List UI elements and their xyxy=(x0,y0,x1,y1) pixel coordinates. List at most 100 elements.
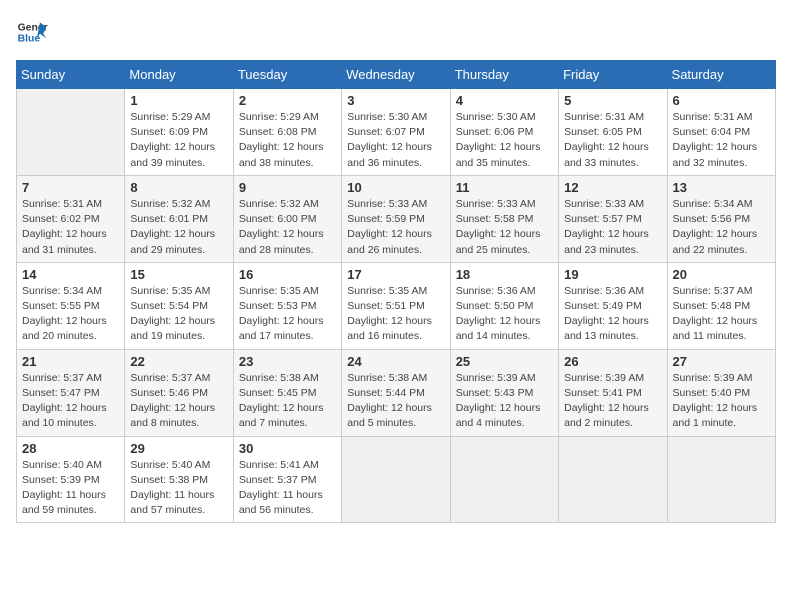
day-number: 18 xyxy=(456,267,553,282)
calendar-cell: 24Sunrise: 5:38 AM Sunset: 5:44 PM Dayli… xyxy=(342,349,450,436)
day-info: Sunrise: 5:30 AM Sunset: 6:06 PM Dayligh… xyxy=(456,110,553,171)
calendar-cell xyxy=(559,436,667,523)
day-info: Sunrise: 5:36 AM Sunset: 5:49 PM Dayligh… xyxy=(564,284,661,345)
day-number: 2 xyxy=(239,93,336,108)
day-info: Sunrise: 5:36 AM Sunset: 5:50 PM Dayligh… xyxy=(456,284,553,345)
calendar-cell: 1 Sunrise: 5:29 AM Sunset: 6:09 PM Daylig… xyxy=(125,89,233,176)
day-number: 5 xyxy=(564,93,661,108)
day-number: 30 xyxy=(239,441,336,456)
calendar-cell: 16 Sunrise: 5:35 AM Sunset: 5:53 PM Dayli… xyxy=(233,262,341,349)
day-number: 16 xyxy=(239,267,336,282)
calendar-cell: 3 Sunrise: 5:30 AM Sunset: 6:07 PM Daylig… xyxy=(342,89,450,176)
day-info: Sunrise: 5:34 AM Sunset: 5:55 PM Dayligh… xyxy=(22,284,119,345)
day-info: Sunrise: 5:32 AM Sunset: 6:01 PM Dayligh… xyxy=(130,197,227,258)
day-number: 1 xyxy=(130,93,227,108)
day-info: Sunrise: 5:39 AM Sunset: 5:41 PM Dayligh… xyxy=(564,371,661,432)
calendar-cell: 7 Sunrise: 5:31 AM Sunset: 6:02 PM Daylig… xyxy=(17,175,125,262)
day-info: Sunrise: 5:35 AM Sunset: 5:51 PM Dayligh… xyxy=(347,284,444,345)
day-number: 14 xyxy=(22,267,119,282)
day-number: 28 xyxy=(22,441,119,456)
weekday-header: Wednesday xyxy=(342,61,450,89)
logo-icon: General Blue xyxy=(16,16,48,48)
day-info: Sunrise: 5:39 AM Sunset: 5:40 PM Dayligh… xyxy=(673,371,770,432)
day-info: Sunrise: 5:38 AM Sunset: 5:44 PM Dayligh… xyxy=(347,371,444,432)
day-number: 13 xyxy=(673,180,770,195)
calendar-cell: 9Sunrise: 5:32 AM Sunset: 6:00 PM Daylig… xyxy=(233,175,341,262)
day-number: 21 xyxy=(22,354,119,369)
calendar-cell: 6 Sunrise: 5:31 AM Sunset: 6:04 PM Daylig… xyxy=(667,89,775,176)
calendar-cell: 11 Sunrise: 5:33 AM Sunset: 5:58 PM Dayli… xyxy=(450,175,558,262)
day-number: 11 xyxy=(456,180,553,195)
calendar-cell: 5 Sunrise: 5:31 AM Sunset: 6:05 PM Daylig… xyxy=(559,89,667,176)
day-info: Sunrise: 5:37 AM Sunset: 5:48 PM Dayligh… xyxy=(673,284,770,345)
calendar-cell: 19Sunrise: 5:36 AM Sunset: 5:49 PM Dayli… xyxy=(559,262,667,349)
calendar-cell: 28 Sunrise: 5:40 AM Sunset: 5:39 PM Dayli… xyxy=(17,436,125,523)
calendar-cell: 29 Sunrise: 5:40 AM Sunset: 5:38 PM Dayli… xyxy=(125,436,233,523)
weekday-header: Friday xyxy=(559,61,667,89)
calendar-cell: 21Sunrise: 5:37 AM Sunset: 5:47 PM Dayli… xyxy=(17,349,125,436)
day-number: 22 xyxy=(130,354,227,369)
day-number: 17 xyxy=(347,267,444,282)
day-info: Sunrise: 5:30 AM Sunset: 6:07 PM Dayligh… xyxy=(347,110,444,171)
day-number: 26 xyxy=(564,354,661,369)
weekday-header: Saturday xyxy=(667,61,775,89)
weekday-header: Monday xyxy=(125,61,233,89)
svg-text:Blue: Blue xyxy=(18,34,41,45)
day-number: 15 xyxy=(130,267,227,282)
calendar-cell: 17 Sunrise: 5:35 AM Sunset: 5:51 PM Dayli… xyxy=(342,262,450,349)
calendar-cell: 20 Sunrise: 5:37 AM Sunset: 5:48 PM Dayli… xyxy=(667,262,775,349)
calendar-cell xyxy=(342,436,450,523)
calendar-cell: 4 Sunrise: 5:30 AM Sunset: 6:06 PM Daylig… xyxy=(450,89,558,176)
calendar-cell xyxy=(17,89,125,176)
calendar-cell xyxy=(450,436,558,523)
calendar-cell: 18 Sunrise: 5:36 AM Sunset: 5:50 PM Dayli… xyxy=(450,262,558,349)
day-info: Sunrise: 5:35 AM Sunset: 5:54 PM Dayligh… xyxy=(130,284,227,345)
day-number: 9 xyxy=(239,180,336,195)
calendar-cell: 8Sunrise: 5:32 AM Sunset: 6:01 PM Daylig… xyxy=(125,175,233,262)
day-number: 12 xyxy=(564,180,661,195)
day-info: Sunrise: 5:40 AM Sunset: 5:39 PM Dayligh… xyxy=(22,458,119,519)
day-info: Sunrise: 5:34 AM Sunset: 5:56 PM Dayligh… xyxy=(673,197,770,258)
calendar-week-row: 1 Sunrise: 5:29 AM Sunset: 6:09 PM Daylig… xyxy=(17,89,776,176)
calendar-cell: 22 Sunrise: 5:37 AM Sunset: 5:46 PM Dayli… xyxy=(125,349,233,436)
day-info: Sunrise: 5:33 AM Sunset: 5:58 PM Dayligh… xyxy=(456,197,553,258)
weekday-header: Tuesday xyxy=(233,61,341,89)
day-number: 6 xyxy=(673,93,770,108)
day-number: 3 xyxy=(347,93,444,108)
calendar-cell: 10Sunrise: 5:33 AM Sunset: 5:59 PM Dayli… xyxy=(342,175,450,262)
calendar-cell: 2 Sunrise: 5:29 AM Sunset: 6:08 PM Daylig… xyxy=(233,89,341,176)
day-info: Sunrise: 5:38 AM Sunset: 5:45 PM Dayligh… xyxy=(239,371,336,432)
day-info: Sunrise: 5:40 AM Sunset: 5:38 PM Dayligh… xyxy=(130,458,227,519)
calendar-cell: 15 Sunrise: 5:35 AM Sunset: 5:54 PM Dayli… xyxy=(125,262,233,349)
day-info: Sunrise: 5:41 AM Sunset: 5:37 PM Dayligh… xyxy=(239,458,336,519)
day-info: Sunrise: 5:31 AM Sunset: 6:05 PM Dayligh… xyxy=(564,110,661,171)
calendar-cell: 13 Sunrise: 5:34 AM Sunset: 5:56 PM Dayli… xyxy=(667,175,775,262)
day-number: 20 xyxy=(673,267,770,282)
calendar-cell xyxy=(667,436,775,523)
day-info: Sunrise: 5:39 AM Sunset: 5:43 PM Dayligh… xyxy=(456,371,553,432)
day-number: 27 xyxy=(673,354,770,369)
calendar-week-row: 14 Sunrise: 5:34 AM Sunset: 5:55 PM Dayli… xyxy=(17,262,776,349)
calendar-cell: 30 Sunrise: 5:41 AM Sunset: 5:37 PM Dayli… xyxy=(233,436,341,523)
calendar-table: SundayMondayTuesdayWednesdayThursdayFrid… xyxy=(16,60,776,523)
calendar-cell: 27 Sunrise: 5:39 AM Sunset: 5:40 PM Dayli… xyxy=(667,349,775,436)
calendar-week-row: 21Sunrise: 5:37 AM Sunset: 5:47 PM Dayli… xyxy=(17,349,776,436)
day-info: Sunrise: 5:29 AM Sunset: 6:09 PM Dayligh… xyxy=(130,110,227,171)
day-info: Sunrise: 5:37 AM Sunset: 5:46 PM Dayligh… xyxy=(130,371,227,432)
calendar-cell: 26 Sunrise: 5:39 AM Sunset: 5:41 PM Dayli… xyxy=(559,349,667,436)
day-number: 29 xyxy=(130,441,227,456)
day-info: Sunrise: 5:31 AM Sunset: 6:02 PM Dayligh… xyxy=(22,197,119,258)
weekday-header: Sunday xyxy=(17,61,125,89)
day-info: Sunrise: 5:33 AM Sunset: 5:57 PM Dayligh… xyxy=(564,197,661,258)
calendar-cell: 23 Sunrise: 5:38 AM Sunset: 5:45 PM Dayli… xyxy=(233,349,341,436)
day-number: 4 xyxy=(456,93,553,108)
calendar-cell: 12 Sunrise: 5:33 AM Sunset: 5:57 PM Dayli… xyxy=(559,175,667,262)
calendar-week-row: 28 Sunrise: 5:40 AM Sunset: 5:39 PM Dayli… xyxy=(17,436,776,523)
day-number: 23 xyxy=(239,354,336,369)
page-header: General Blue xyxy=(16,16,776,48)
day-info: Sunrise: 5:31 AM Sunset: 6:04 PM Dayligh… xyxy=(673,110,770,171)
day-info: Sunrise: 5:35 AM Sunset: 5:53 PM Dayligh… xyxy=(239,284,336,345)
day-info: Sunrise: 5:33 AM Sunset: 5:59 PM Dayligh… xyxy=(347,197,444,258)
day-number: 7 xyxy=(22,180,119,195)
day-info: Sunrise: 5:29 AM Sunset: 6:08 PM Dayligh… xyxy=(239,110,336,171)
